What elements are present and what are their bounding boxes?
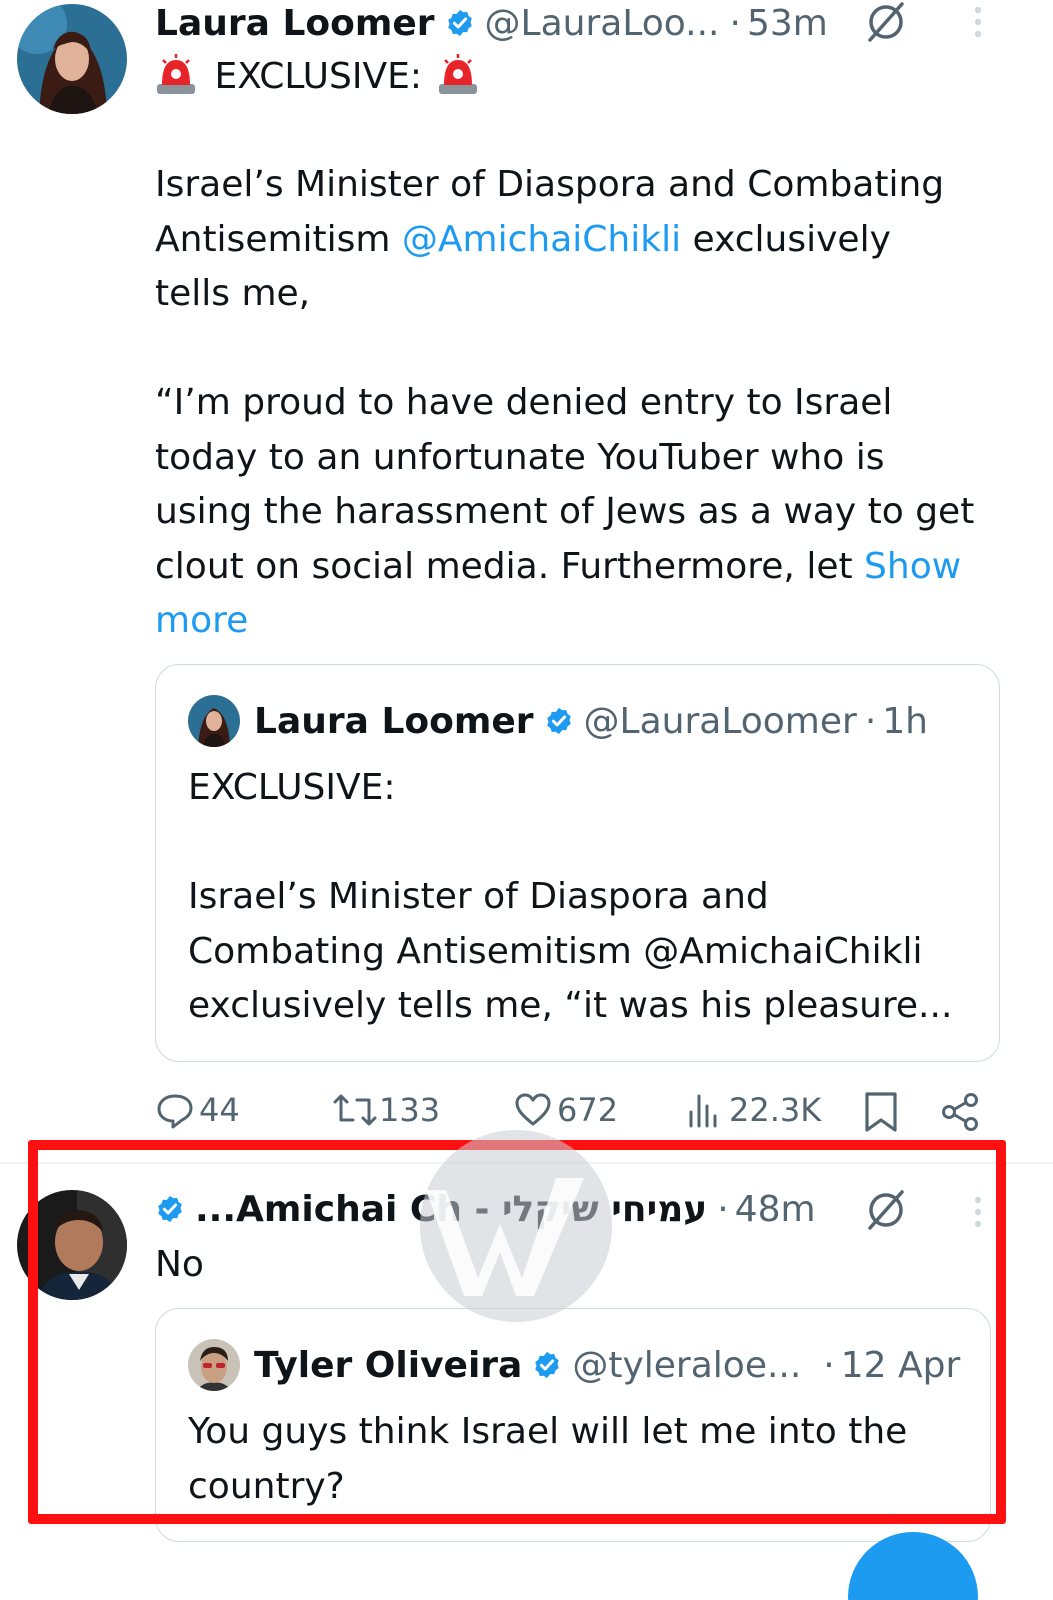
- bookmark-button[interactable]: [861, 1090, 901, 1134]
- reply-icon: [157, 1094, 193, 1129]
- share-button[interactable]: [939, 1090, 983, 1134]
- more-options-icon[interactable]: [970, 4, 986, 40]
- repost-button[interactable]: 133: [331, 1090, 440, 1130]
- author-name[interactable]: Laura Loomer: [155, 3, 435, 44]
- tweet-header: Laura Loomer @LauraLoo... · 53m: [155, 0, 828, 46]
- body-line: using the harassment of Jews as a way to…: [155, 491, 975, 532]
- repost-count: 133: [379, 1091, 441, 1129]
- separator-dot: ·: [864, 700, 877, 742]
- body-text: Antisemitism: [155, 218, 402, 260]
- views-button[interactable]: 22.3K: [685, 1090, 821, 1130]
- analytics-icon: [689, 1094, 717, 1128]
- highlight-frame: [28, 1140, 1006, 1524]
- quoted-tweet-header: Laura Loomer @LauraLoomer · 1h: [188, 695, 928, 747]
- quoted-tweet-time[interactable]: 1h: [882, 701, 928, 742]
- body-text: exclusively: [681, 218, 891, 260]
- like-count: 672: [557, 1091, 619, 1129]
- avatar-laura-loomer[interactable]: [17, 4, 127, 114]
- body-line: tells me,: [155, 273, 311, 314]
- tweet-headline: EXCLUSIVE:: [155, 50, 479, 105]
- heart-icon: [515, 1093, 551, 1126]
- repost-icon: [333, 1094, 377, 1126]
- body-line: exclusively tells me, “it was his pleasu…: [188, 985, 953, 1026]
- like-button[interactable]: 672: [513, 1090, 618, 1130]
- tweet-actions-bar: 44 133 672 22.3K: [155, 1090, 985, 1140]
- grok-icon[interactable]: [864, 0, 908, 44]
- body-line: clout on social media. Furthermore, let …: [155, 540, 974, 595]
- mention-link[interactable]: @AmichaiChikli: [402, 219, 681, 260]
- police-light-icon: [155, 52, 197, 96]
- view-count: 22.3K: [729, 1091, 822, 1129]
- body-line: Israel’s Minister of Diaspora and: [188, 876, 769, 917]
- quoted-tweet-card[interactable]: Laura Loomer @LauraLoomer · 1h EXCLUSIVE…: [155, 664, 1000, 1062]
- author-handle[interactable]: @LauraLoo...: [485, 3, 720, 44]
- verified-badge-icon: [544, 706, 574, 736]
- verified-badge-icon: [445, 8, 475, 38]
- quoted-author-name[interactable]: Laura Loomer: [254, 701, 534, 742]
- body-line: Antisemitism @AmichaiChikli exclusively: [155, 213, 944, 268]
- bookmark-icon: [865, 1092, 897, 1132]
- compose-fab-button[interactable]: [848, 1532, 978, 1600]
- body-line: Combating Antisemitism @AmichaiChikli: [188, 930, 923, 972]
- quoted-author-handle[interactable]: @LauraLoomer: [584, 701, 857, 742]
- avatar-laura-loomer[interactable]: [188, 695, 240, 747]
- body-line: more: [155, 594, 974, 649]
- tweet-time[interactable]: 53m: [747, 3, 828, 44]
- quoted-tweet-body: EXCLUSIVE: Israel’s Minister of Diaspora…: [188, 761, 952, 1034]
- body-text: clout on social media. Furthermore, let: [155, 545, 865, 587]
- body-line: Israel’s Minister of Diaspora and Combat…: [155, 164, 945, 205]
- body-line: EXCLUSIVE:: [188, 767, 396, 808]
- share-icon: [942, 1093, 978, 1131]
- tweet-quote-text: “I’m proud to have denied entry to Israe…: [155, 376, 974, 649]
- show-more-link[interactable]: Show: [864, 546, 961, 587]
- tweet-body: Israel’s Minister of Diaspora and Combat…: [155, 158, 944, 322]
- show-more-link[interactable]: more: [155, 600, 248, 641]
- police-light-icon: [437, 52, 479, 96]
- body-line: “I’m proud to have denied entry to Israe…: [155, 382, 893, 423]
- reply-count: 44: [199, 1091, 240, 1129]
- body-line: today to an unfortunate YouTuber who is: [155, 436, 885, 478]
- reply-button[interactable]: 44: [155, 1090, 240, 1130]
- headline-text: EXCLUSIVE:: [214, 56, 422, 97]
- separator-dot: ·: [729, 2, 741, 44]
